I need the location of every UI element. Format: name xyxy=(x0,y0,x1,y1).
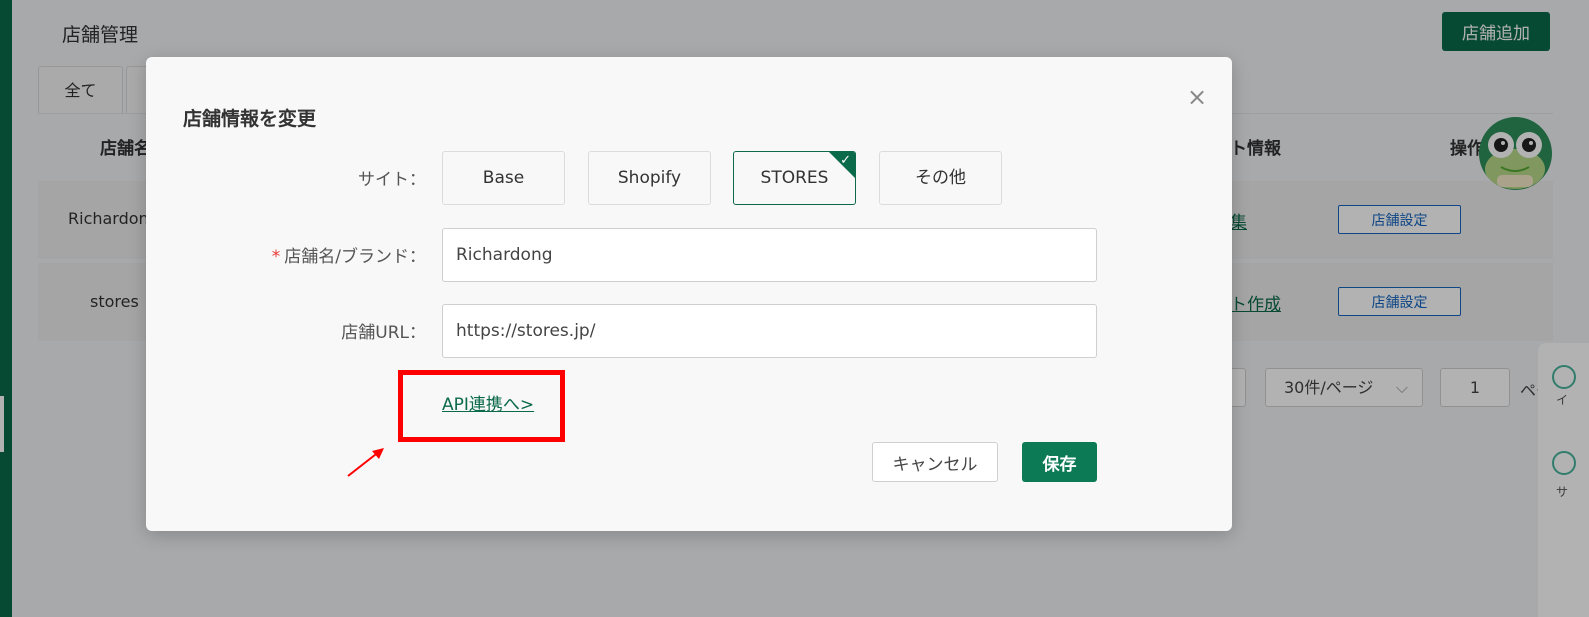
modal-title: 店舗情報を変更 xyxy=(183,108,317,130)
site-option-stores[interactable]: STORES ✓ xyxy=(733,151,856,205)
annotation-highlight-box xyxy=(398,370,565,442)
site-option-label: STORES xyxy=(760,168,829,188)
store-url-label: 店舗URL： xyxy=(341,323,426,343)
store-name-input[interactable] xyxy=(442,228,1097,282)
close-icon[interactable]: × xyxy=(1184,84,1210,110)
site-option-base[interactable]: Base xyxy=(442,151,565,205)
annotation-arrow-icon xyxy=(347,448,384,477)
store-name-label-text: 店舗名/ブランド： xyxy=(284,247,426,267)
store-url-input[interactable] xyxy=(442,304,1097,358)
required-mark: * xyxy=(271,247,281,267)
site-option-other[interactable]: その他 xyxy=(879,151,1002,205)
cancel-button[interactable]: キャンセル xyxy=(872,442,998,482)
site-option-label: Base xyxy=(482,168,525,188)
site-label: サイト： xyxy=(358,170,426,190)
site-option-shopify[interactable]: Shopify xyxy=(588,151,711,205)
site-option-label: その他 xyxy=(915,168,966,188)
check-icon: ✓ xyxy=(840,153,851,168)
site-option-label: Shopify xyxy=(617,168,682,188)
edit-store-modal: 店舗情報を変更 × サイト： Base Shopify STORES ✓ その他… xyxy=(146,57,1232,531)
store-name-label: * 店舗名/ブランド： xyxy=(186,242,426,267)
save-button[interactable]: 保存 xyxy=(1022,442,1097,482)
